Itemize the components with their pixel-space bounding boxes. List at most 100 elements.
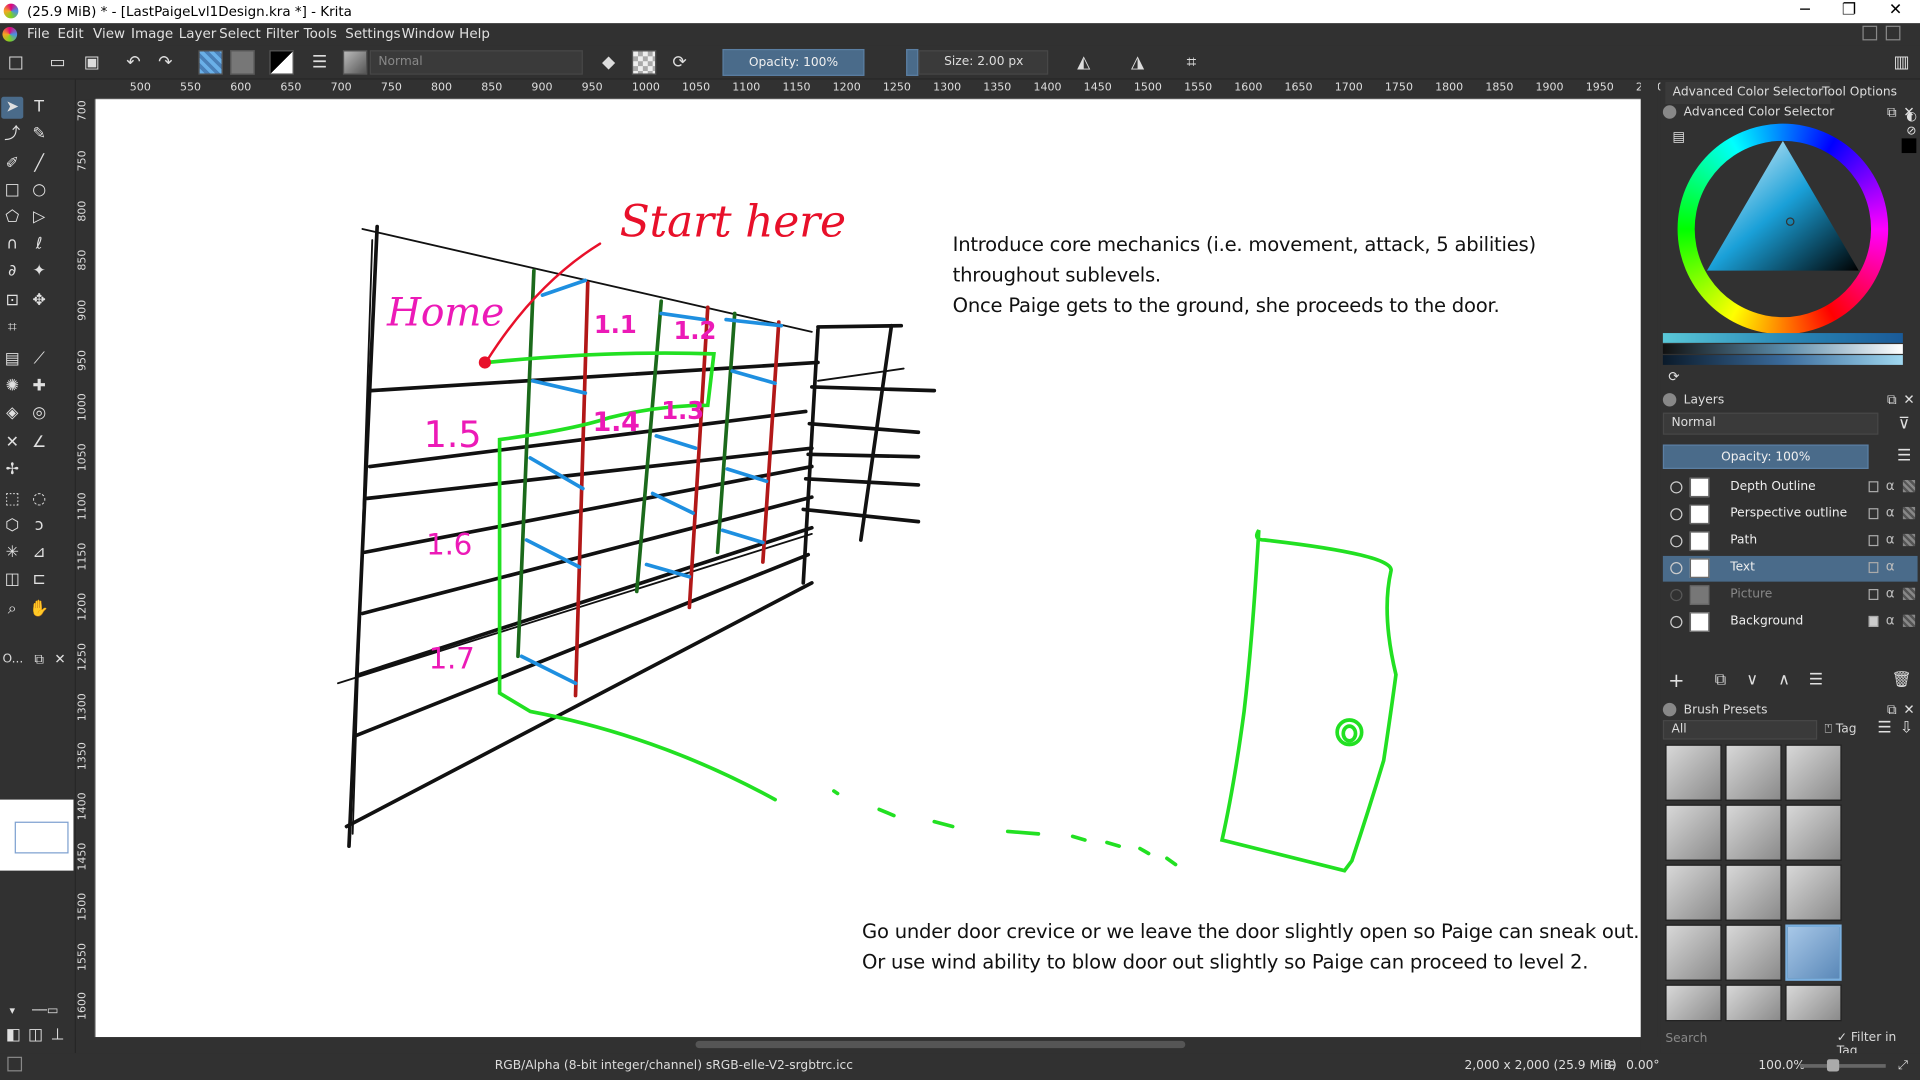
colorize-mask-tool-icon[interactable]: ✺	[1, 376, 23, 398]
drawing-canvas[interactable]: Start here Home 1.1 1.2 1.3 1.4 1.5 1.6 …	[95, 99, 1641, 1038]
alpha-lock-icon[interactable]: α	[1886, 504, 1895, 520]
contiguous-select-tool-icon[interactable]: ✳	[1, 542, 23, 564]
blend-mode-select[interactable]: Normal	[369, 50, 583, 75]
move-layer-down-icon[interactable]: ∨	[1741, 670, 1763, 692]
zoom-fit-icon[interactable]: ⤢	[1898, 1059, 1908, 1072]
overview-mirror-icon[interactable]: ◫	[24, 1025, 46, 1047]
brush-preset-ink-brush[interactable]	[1785, 804, 1842, 861]
wrap-around-icon[interactable]: ⌗	[1180, 51, 1202, 73]
line-tool-icon[interactable]: ╱	[28, 153, 50, 175]
brush-tag-filter-select[interactable]: All	[1662, 720, 1818, 740]
zoom-slider[interactable]	[1800, 1064, 1886, 1068]
layer-filter-icon[interactable]: ⊽	[1893, 414, 1915, 436]
brush-import-icon[interactable]: ⇩	[1896, 718, 1918, 740]
brush-search-input[interactable]: Search	[1665, 1032, 1707, 1045]
layer-perspective-outline[interactable]: Perspective outline α	[1663, 502, 1918, 528]
layer-lock-icon[interactable]	[1868, 615, 1879, 627]
brush-preset-sketch-pencil[interactable]	[1785, 984, 1842, 1022]
menu-tools[interactable]: Tools	[304, 26, 337, 42]
rotation-status[interactable]: 0.00°	[1626, 1059, 1659, 1072]
subwindow-restore-icon[interactable]	[1862, 25, 1878, 41]
open-document-icon[interactable]: ▭	[47, 51, 69, 73]
menu-window[interactable]: Window	[402, 26, 455, 42]
visibility-eye-icon[interactable]	[1670, 508, 1683, 521]
polygon-tool-icon[interactable]: ⬠	[1, 207, 23, 229]
text-tool-icon[interactable]: T	[28, 97, 50, 119]
brush-preset-color-pencil[interactable]	[1725, 984, 1782, 1022]
multibrush-tool-icon[interactable]: ✦	[28, 261, 50, 283]
freehand-brush-tool-icon[interactable]: ✐	[1, 153, 23, 175]
add-layer-icon[interactable]: +	[1665, 669, 1687, 692]
visibility-eye-icon[interactable]	[1670, 588, 1683, 602]
delete-layer-icon[interactable]: 🗑	[1891, 670, 1913, 692]
krita-menu-icon[interactable]	[2, 26, 18, 42]
undo-icon[interactable]: ↶	[122, 51, 144, 73]
minimize-button[interactable]: ─	[1783, 0, 1827, 23]
mirror-vertical-icon[interactable]: ◮	[1127, 51, 1149, 73]
brush-preset-soft-marker[interactable]	[1725, 864, 1782, 921]
alpha-lock-icon[interactable]: α	[1886, 612, 1895, 628]
overview-zoom-slider[interactable]: ──▭	[22, 1000, 69, 1022]
menu-settings[interactable]: Settings	[345, 26, 400, 42]
brush-preset-marker[interactable]	[1665, 864, 1722, 921]
close-button[interactable]: ✕	[1873, 0, 1917, 23]
fill-pattern-icon[interactable]	[230, 50, 255, 75]
current-color-swatch[interactable]	[1901, 138, 1917, 154]
brush-preset-smudge[interactable]	[1785, 744, 1842, 801]
subwindow-maximize-icon[interactable]	[1885, 25, 1901, 41]
color-triangle[interactable]	[1678, 124, 1889, 335]
layer-properties-icon[interactable]: ☰	[1805, 670, 1827, 692]
edit-shapes-tool-icon[interactable]: ⤴	[1, 124, 23, 146]
gradient-tool-icon[interactable]: ▤	[1, 349, 23, 371]
zoom-status[interactable]: 100.0%	[1758, 1059, 1805, 1072]
redo-icon[interactable]: ↷	[154, 51, 176, 73]
layer-lock-icon[interactable]	[1868, 535, 1879, 547]
smart-patch-tool-icon[interactable]: ✚	[28, 376, 50, 398]
overview-pin-icon[interactable]: ⊥	[47, 1025, 69, 1047]
size-slider[interactable]: Size: 2.00 px	[918, 50, 1049, 75]
brush-presets-lock-icon[interactable]	[1662, 702, 1677, 717]
lock-docker-icon[interactable]	[1662, 105, 1677, 119]
new-document-icon[interactable]: □	[5, 51, 27, 73]
layer-picture[interactable]: Picture α	[1663, 583, 1918, 609]
status-selection-icon[interactable]	[7, 1056, 23, 1072]
bezier-select-tool-icon[interactable]: ◫	[1, 569, 23, 591]
alpha-lock-icon[interactable]: α	[1886, 531, 1895, 547]
layer-opacity-slider[interactable]: Opacity: 100%	[1662, 444, 1869, 469]
menu-layer[interactable]: Layer	[179, 26, 217, 42]
overview-rotate-icon[interactable]: ◧	[2, 1025, 24, 1047]
pan-tool-icon[interactable]: ✋	[28, 599, 50, 621]
layer-lock-icon[interactable]	[1868, 588, 1879, 601]
layers-lock-icon[interactable]	[1662, 393, 1677, 407]
dock-layout-icon[interactable]: ▥	[1891, 51, 1913, 73]
layer-lock-icon[interactable]	[1868, 562, 1879, 574]
layer-lock-icon[interactable]	[1868, 481, 1879, 493]
inherit-alpha-icon[interactable]	[1902, 614, 1916, 627]
color-picker-tool-icon[interactable]: ⟋	[28, 349, 50, 371]
brush-preset-blender[interactable]	[1725, 744, 1782, 801]
menu-view[interactable]: View	[93, 26, 125, 42]
zoom-tool-icon[interactable]: ⌕	[1, 599, 23, 621]
save-icon[interactable]: ▣	[81, 51, 103, 73]
inherit-alpha-icon[interactable]	[1902, 506, 1916, 520]
fill-gradient-icon[interactable]	[198, 50, 223, 75]
inherit-alpha-icon[interactable]	[1902, 480, 1916, 493]
layer-background[interactable]: Background α	[1663, 610, 1918, 636]
polygon-select-tool-icon[interactable]: ⬡	[1, 516, 23, 538]
rect-select-tool-icon[interactable]: ⬚	[1, 489, 23, 511]
brush-preset-icon[interactable]	[342, 50, 368, 75]
color-gradient-bar-3[interactable]	[1662, 355, 1903, 365]
overview-close-icon[interactable]: ✕	[49, 649, 71, 671]
freehand-select-tool-icon[interactable]: ↄ	[28, 516, 50, 538]
ellipse-tool-icon[interactable]: ○	[28, 180, 50, 202]
brush-preset-basic-pen[interactable]	[1785, 924, 1842, 981]
menu-filter[interactable]: Filter	[266, 26, 299, 42]
reload-preset-icon[interactable]: ⟳	[669, 51, 691, 73]
tab-advanced-color-selector[interactable]: Advanced Color Selector	[1665, 82, 1831, 105]
crop-tool-icon[interactable]: ⌗	[1, 317, 23, 339]
polyline-tool-icon[interactable]: ▷	[28, 207, 50, 229]
canvas-horizontal-scrollbar[interactable]	[95, 1037, 1641, 1052]
move-layer-up-icon[interactable]: ∧	[1773, 670, 1795, 692]
menu-select[interactable]: Select	[219, 26, 261, 42]
alpha-lock-icon[interactable]: α	[1886, 585, 1895, 601]
